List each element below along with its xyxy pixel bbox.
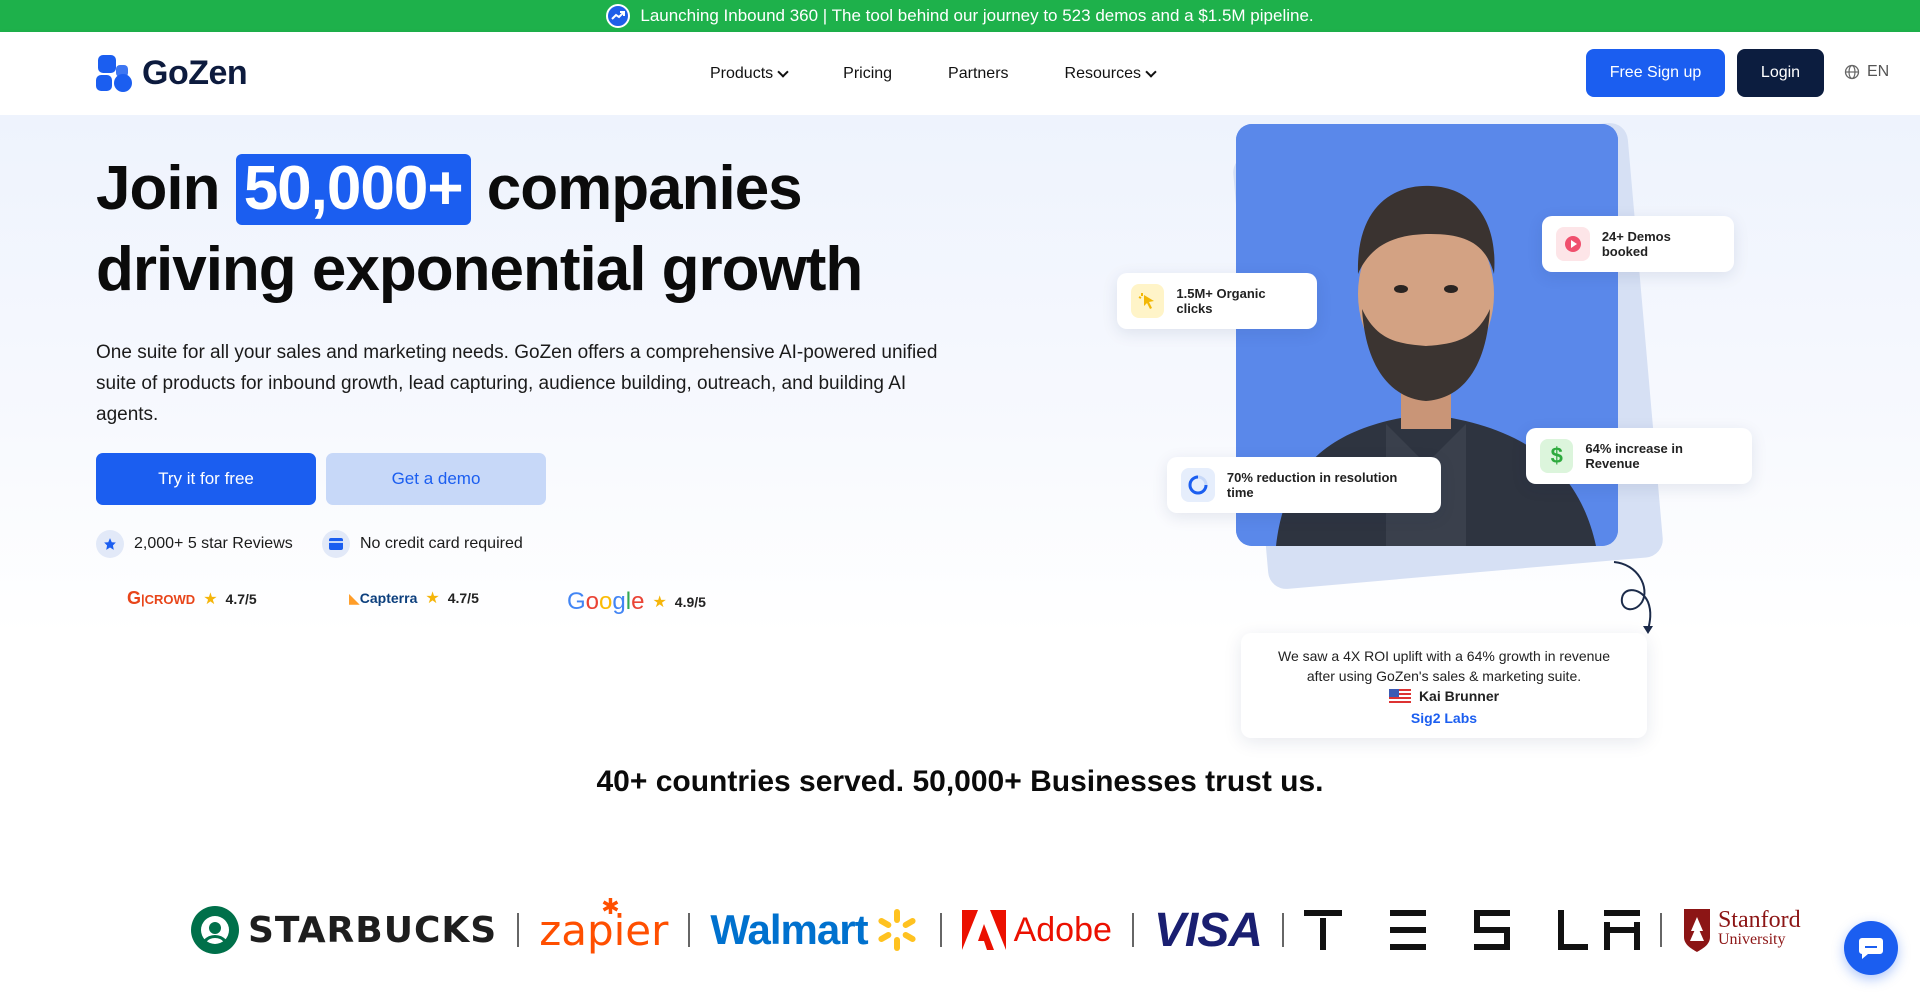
visa-logo: VISA [1153, 903, 1263, 958]
top-navigation: GoZen Products Pricing Partners Resource… [0, 32, 1920, 115]
stat-label: 1.5M+ Organic clicks [1176, 286, 1266, 316]
star-icon [96, 530, 124, 558]
walmart-spark-icon [877, 909, 916, 951]
us-flag-icon [1388, 689, 1411, 703]
nav-item-label: Partners [948, 64, 1009, 82]
trending-up-icon [606, 4, 631, 28]
stanford-tree-icon [1683, 909, 1710, 952]
rating-score: 4.9/5 [674, 594, 706, 610]
testimonial-quote-line1: We saw a 4X ROI uplift with a 64% growth… [1277, 648, 1610, 664]
stat-label: 24+ Demos booked [1601, 229, 1671, 259]
walmart-wordmark: Walmart [710, 906, 868, 953]
adobe-a-icon [961, 910, 1006, 950]
free-signup-button[interactable]: Free Sign up [1586, 49, 1725, 97]
chevron-down-icon [1145, 65, 1157, 78]
testimonial-card: We saw a 4X ROI uplift with a 64% growth… [1241, 633, 1647, 738]
rating-google[interactable]: Google ★ 4.9/5 [567, 588, 706, 616]
language-label: EN [1867, 63, 1890, 80]
google-logo: Google [567, 588, 645, 615]
play-icon [1556, 227, 1590, 261]
try-free-button[interactable]: Try it for free [96, 453, 316, 505]
zapier-logo: zapier ✱ [539, 894, 668, 955]
perk-no-card: No credit card required [322, 530, 523, 558]
starbucks-siren-icon [191, 906, 239, 954]
hero-title: Join 50,000+ companies driving exponenti… [96, 148, 863, 310]
testimonial-quote-line2: after using GoZen's sales & marketing su… [1306, 668, 1582, 684]
logo-divider [1659, 913, 1662, 947]
nav-item-label: Pricing [843, 64, 893, 82]
announcement-text[interactable]: Launching Inbound 360 | The tool behind … [640, 6, 1313, 26]
customer-logos: STARBUCKS zapier ✱ Walmart Adobe VISA St… [190, 894, 1801, 960]
logo-divider [939, 913, 942, 947]
stat-label: 70% reduction in resolution time [1226, 470, 1398, 500]
tesla-wordmark-icon [1303, 910, 1640, 950]
stanford-logo: Stanford University [1682, 907, 1801, 953]
logo-divider [688, 913, 691, 947]
adobe-logo: Adobe [961, 910, 1112, 950]
logo-divider [1131, 913, 1134, 947]
adobe-wordmark: Adobe [1013, 910, 1112, 949]
logo-divider [517, 913, 520, 947]
testimonial-author: Kai Brunner [1388, 686, 1500, 706]
stat-revenue: $ 64% increase in Revenue [1526, 428, 1752, 484]
rating-score: 4.7/5 [447, 590, 479, 606]
tesla-logo [1303, 910, 1640, 950]
logo-text: GoZen [142, 54, 248, 92]
curly-arrow-icon [1613, 561, 1653, 634]
gauge-icon [1181, 468, 1215, 502]
chat-widget-button[interactable] [1844, 921, 1898, 975]
chat-bubble-icon [1859, 938, 1883, 959]
nav-item-products[interactable]: Products [710, 64, 789, 83]
testimonial-name: Kai Brunner [1418, 688, 1500, 704]
stat-demos-booked: 24+ Demos booked [1542, 216, 1734, 272]
gozen-logo-icon [96, 54, 132, 92]
g2-crowd-logo: G|CROWD [127, 588, 196, 608]
hero-title-line2: driving exponential growth [96, 235, 863, 304]
hero-title-highlight: 50,000+ [235, 154, 471, 225]
announcement-bar[interactable]: Launching Inbound 360 | The tool behind … [0, 0, 1920, 32]
perk-reviews-text: 2,000+ 5 star Reviews [134, 535, 293, 552]
star-icon: ★ [652, 594, 667, 611]
star-icon: ★ [203, 590, 218, 608]
language-selector[interactable]: EN [1844, 63, 1889, 81]
trust-heading: 40+ countries served. 50,000+ Businesses… [596, 765, 1324, 798]
stat-label: 64% increase in Revenue [1585, 441, 1683, 471]
capterra-logo: ◣Capterra [349, 589, 418, 606]
nav-item-partners[interactable]: Partners [948, 65, 1008, 83]
main-menu: Products Pricing Partners Resources [710, 32, 1211, 115]
nav-item-label: Products [710, 64, 774, 82]
hero-title-pre: Join [96, 154, 220, 223]
stat-organic-clicks: 1.5M+ Organic clicks [1117, 273, 1317, 329]
logo-divider [1281, 913, 1284, 947]
click-icon [1131, 284, 1165, 318]
credit-card-icon [322, 530, 350, 558]
rating-score: 4.7/5 [225, 590, 257, 607]
hero-description: One suite for all your sales and marketi… [96, 342, 938, 425]
testimonial-company[interactable]: Sig2 Labs [1241, 708, 1647, 728]
globe-icon [1844, 64, 1860, 80]
dollar-icon: $ [1540, 439, 1574, 473]
visa-wordmark: VISA [1153, 903, 1263, 957]
get-demo-button[interactable]: Get a demo [326, 453, 546, 505]
nav-item-resources[interactable]: Resources [1064, 64, 1157, 83]
perk-reviews: 2,000+ 5 star Reviews [96, 530, 293, 558]
walmart-logo: Walmart [710, 906, 919, 954]
hero-title-post: companies [486, 154, 803, 223]
rating-g2[interactable]: G|CROWD ★ 4.7/5 [127, 588, 257, 609]
perk-no-card-text: No credit card required [360, 535, 523, 552]
star-icon: ★ [425, 590, 440, 607]
login-button[interactable]: Login [1737, 49, 1824, 97]
starbucks-logo: STARBUCKS [190, 905, 497, 955]
stat-resolution-time: 70% reduction in resolution time [1167, 457, 1441, 513]
rating-capterra[interactable]: ◣Capterra ★ 4.7/5 [349, 588, 479, 608]
nav-item-label: Resources [1064, 64, 1141, 82]
gozen-logo[interactable]: GoZen [96, 54, 248, 93]
chevron-down-icon [777, 65, 789, 78]
zapier-asterisk-icon: ✱ [601, 893, 620, 919]
stanford-wordmark: Stanford University [1717, 907, 1801, 948]
nav-item-pricing[interactable]: Pricing [843, 65, 892, 83]
starbucks-wordmark: STARBUCKS [248, 909, 498, 951]
